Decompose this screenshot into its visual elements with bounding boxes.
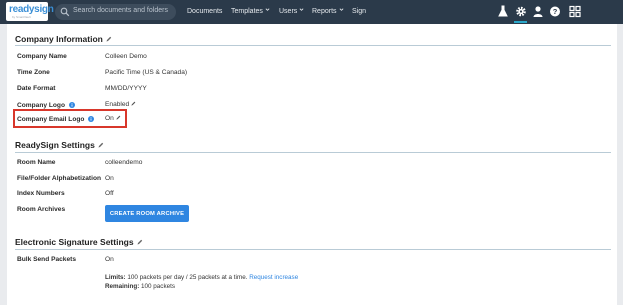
svg-text:?: ?	[553, 7, 558, 16]
settings-panel: Company Information Company Name Colleen…	[7, 24, 617, 305]
nav-documents[interactable]: Documents	[187, 0, 222, 24]
limits-text: Limits: 100 packets per day / 25 packets…	[105, 274, 298, 281]
index-numbers-label: Index Numbers	[17, 190, 65, 197]
alphabetization-label: File/Folder Alphabetization	[17, 175, 102, 182]
date-format-label: Date Format	[17, 85, 56, 92]
nav-templates[interactable]: Templates	[231, 0, 270, 24]
limits-label: Limits:	[105, 274, 126, 281]
nav-reports-label: Reports	[312, 8, 337, 15]
time-zone-value: Pacific Time (US & Canada)	[105, 69, 188, 76]
chevron-down-icon	[339, 8, 343, 11]
time-zone-label: Time Zone	[17, 69, 50, 76]
logo-text: readysign	[9, 4, 54, 15]
active-settings-indicator	[514, 21, 527, 23]
company-email-logo-status: On	[105, 115, 114, 122]
company-information-title: Company Information	[15, 34, 103, 44]
company-information-heading: Company Information	[15, 34, 112, 44]
nav-reports[interactable]: Reports	[312, 0, 344, 24]
company-email-logo-value: On	[105, 115, 121, 122]
chevron-down-icon	[299, 8, 304, 11]
flask-icon[interactable]	[497, 5, 509, 18]
limits-value: 100 packets per day / 25 packets at a ti…	[127, 274, 248, 281]
apps-grid-icon[interactable]	[569, 5, 581, 18]
nav-users-label: Users	[279, 8, 298, 15]
alphabetization-value: On	[105, 175, 114, 182]
create-room-archive-button[interactable]: CREATE ROOM ARCHIVE	[105, 205, 189, 222]
nav-templates-label: Templates	[231, 8, 263, 15]
gear-icon[interactable]	[515, 5, 527, 18]
remaining-label: Remaining:	[105, 283, 140, 290]
date-format-value: MM/DD/YYYY	[105, 85, 147, 92]
search-input[interactable]: Search documents and folders	[55, 4, 176, 20]
company-logo-label-text: Company Logo	[17, 102, 65, 109]
readysign-settings-heading: ReadySign Settings	[15, 140, 104, 150]
company-logo-value: Enabled	[105, 101, 136, 108]
pencil-icon[interactable]	[116, 115, 121, 120]
esign-settings-title: Electronic Signature Settings	[15, 237, 134, 247]
request-increase-link[interactable]: Request increase	[249, 274, 298, 281]
bulk-send-label: Bulk Send Packets	[17, 256, 77, 263]
pencil-icon[interactable]	[98, 142, 104, 148]
logo-subtext: by SmartVault	[12, 15, 31, 19]
room-name-value: colleendemo	[105, 159, 143, 166]
room-name-label: Room Name	[17, 159, 56, 166]
company-email-logo-label: Company Email Logo	[17, 116, 95, 123]
company-logo-label: Company Logo	[17, 102, 75, 109]
remaining-value: 100 packets	[141, 283, 176, 290]
nav-users[interactable]: Users	[279, 0, 304, 24]
bulk-send-value: On	[105, 256, 114, 263]
company-name-label: Company Name	[17, 53, 67, 60]
company-email-logo-label-text: Company Email Logo	[17, 116, 85, 123]
search-placeholder: Search documents and folders	[73, 7, 168, 14]
info-icon[interactable]	[88, 116, 95, 122]
nav-sign[interactable]: Sign	[352, 0, 366, 24]
pencil-icon[interactable]	[131, 101, 136, 106]
info-icon[interactable]	[69, 102, 75, 108]
pencil-icon[interactable]	[106, 36, 112, 42]
company-name-value: Colleen Demo	[105, 53, 147, 60]
user-icon[interactable]	[532, 5, 544, 18]
pencil-icon[interactable]	[137, 239, 143, 245]
search-icon	[60, 7, 70, 17]
top-navigation-bar: readysign by SmartVault Search documents…	[0, 0, 623, 24]
readysign-settings-title: ReadySign Settings	[15, 140, 95, 150]
section-divider	[15, 249, 611, 250]
company-logo-status: Enabled	[105, 101, 130, 108]
index-numbers-value: Off	[105, 190, 114, 197]
help-icon[interactable]: ?	[549, 5, 561, 18]
section-divider	[15, 45, 611, 46]
section-divider	[15, 152, 611, 153]
chevron-down-icon	[265, 8, 270, 11]
readysign-logo[interactable]: readysign by SmartVault	[6, 2, 54, 21]
remaining-text: Remaining: 100 packets	[105, 283, 175, 290]
room-archives-label: Room Archives	[17, 206, 66, 213]
esign-settings-heading: Electronic Signature Settings	[15, 237, 143, 247]
